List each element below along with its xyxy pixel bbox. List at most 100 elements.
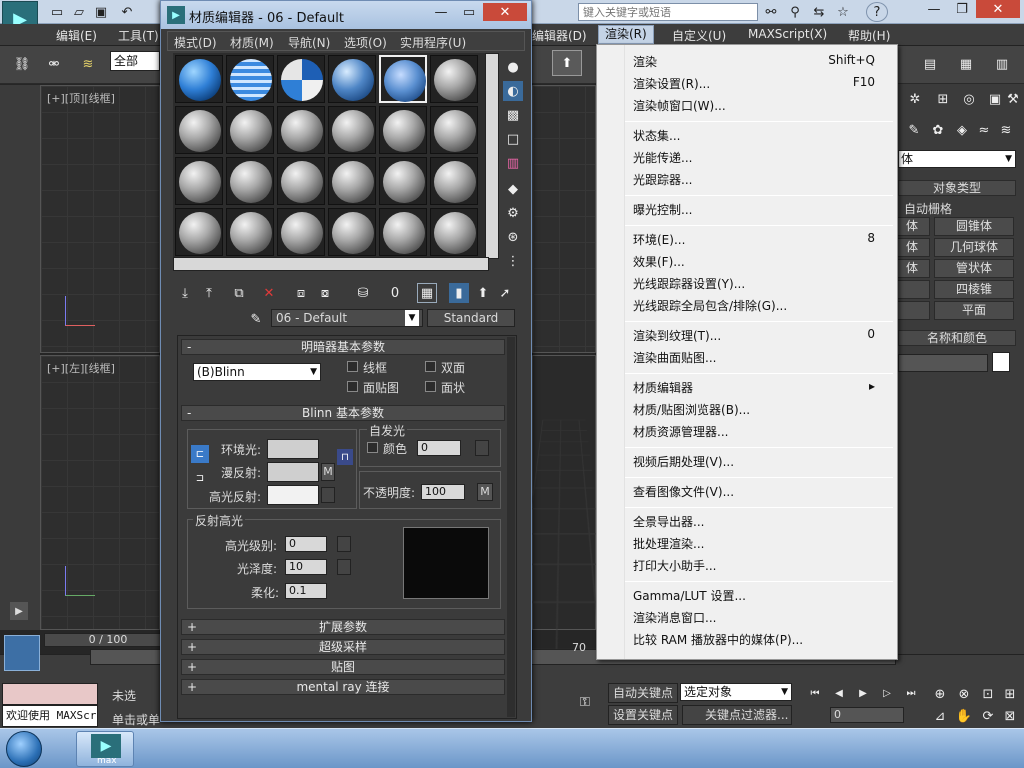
maximize-icon[interactable]: ▭: [455, 3, 483, 21]
menu-rendering[interactable]: 渲染(R): [598, 25, 654, 44]
start-button[interactable]: [6, 731, 42, 767]
object-button-5[interactable]: [894, 301, 930, 320]
binoculars-icon[interactable]: ⚯: [762, 3, 780, 21]
options-icon[interactable]: ⚙: [503, 203, 523, 223]
render-menu-item[interactable]: 渲染消息窗口...: [599, 607, 895, 627]
zoom-extents-icon[interactable]: ⊡: [978, 685, 998, 703]
sample-slot[interactable]: [430, 106, 478, 154]
sample-slot[interactable]: [175, 106, 223, 154]
make-unique-icon[interactable]: ⧇: [315, 283, 335, 303]
extended-params-rollout[interactable]: + 扩展参数: [181, 619, 505, 635]
undo-icon[interactable]: ↶: [118, 3, 136, 21]
sample-slot[interactable]: [277, 55, 325, 103]
specular-level-spinner[interactable]: 0: [285, 536, 327, 552]
fov-icon[interactable]: ⊿: [930, 707, 950, 725]
maximize-viewport-icon[interactable]: ⊞: [1000, 685, 1020, 703]
menu-options[interactable]: 选项(O): [344, 34, 387, 51]
diffuse-map-button[interactable]: M: [321, 463, 335, 481]
star-icon[interactable]: ☆: [834, 3, 852, 21]
viewport-front[interactable]: [532, 85, 596, 353]
menu-modes[interactable]: 模式(D): [174, 34, 217, 51]
restore-icon[interactable]: ❐: [948, 0, 976, 18]
render-menu-item[interactable]: 查看图像文件(V)...: [599, 481, 895, 501]
render-menu-item[interactable]: Gamma/LUT 设置...: [599, 585, 895, 605]
link-icon[interactable]: ⛓: [10, 52, 34, 76]
object-color-swatch[interactable]: [992, 352, 1010, 372]
slots-horizontal-scrollbar[interactable]: [173, 257, 489, 271]
sample-slot[interactable]: [328, 55, 376, 103]
sample-slot[interactable]: [226, 157, 274, 205]
render-menu-item[interactable]: 渲染帧窗口(W)...: [599, 95, 895, 115]
curve-editor-icon[interactable]: ▥: [990, 52, 1014, 76]
self-illum-color-checkbox[interactable]: [367, 442, 378, 453]
render-menu-item[interactable]: 曝光控制...: [599, 199, 895, 219]
maxscript-listener[interactable]: 欢迎使用 MAXScr: [2, 705, 98, 727]
menu-editors[interactable]: 编辑器(D): [532, 27, 587, 44]
hierarchy-tab-icon[interactable]: ⊞: [932, 88, 954, 110]
lock-ambient-diffuse-icon[interactable]: ⊏: [191, 445, 209, 463]
sample-slot[interactable]: [430, 55, 478, 103]
sample-type-icon[interactable]: ●: [503, 57, 523, 77]
shader-basic-params-rollout[interactable]: - 明暗器基本参数: [181, 339, 505, 355]
lights-icon[interactable]: ◈: [952, 120, 972, 140]
uv-tiling-icon[interactable]: □: [503, 129, 523, 149]
specular-map-button[interactable]: [321, 487, 335, 503]
render-menu-item[interactable]: 材质/贴图浏览器(B)...: [599, 399, 895, 419]
render-menu-item[interactable]: 状态集...: [599, 125, 895, 145]
shapes-icon[interactable]: ✿: [928, 120, 948, 140]
auto-grid-label[interactable]: 自动栅格: [904, 200, 952, 217]
time-slider[interactable]: 0 / 100: [44, 633, 172, 647]
sample-slot[interactable]: [175, 208, 223, 256]
object-button-2[interactable]: 体: [894, 238, 930, 257]
minimize-icon[interactable]: —: [920, 0, 948, 18]
lock-icon[interactable]: ⊓: [337, 449, 353, 465]
sample-slot[interactable]: [430, 157, 478, 205]
bind-spacewarp-icon[interactable]: ≋: [76, 52, 100, 76]
opacity-map-button[interactable]: M: [477, 483, 493, 501]
category-dropdown[interactable]: 体 ▼: [898, 150, 1016, 168]
object-name-field[interactable]: [898, 354, 988, 372]
specular-level-map-button[interactable]: [337, 536, 351, 552]
faceted-checkbox[interactable]: [425, 381, 436, 392]
exchange-icon[interactable]: ⇆: [810, 3, 828, 21]
get-material-icon[interactable]: ⤓: [175, 283, 195, 303]
viewport-left[interactable]: [+][左][线框]: [40, 355, 160, 630]
ambient-color-swatch[interactable]: [267, 439, 319, 459]
object-type-header[interactable]: 对象类型: [898, 180, 1016, 196]
render-menu-item[interactable]: 材质编辑器 ▸: [599, 377, 895, 397]
geometry-icon[interactable]: ✎: [904, 120, 924, 140]
material-editor-title-bar[interactable]: ▶ 材质编辑器 - 06 - Default — ▭ ✕: [161, 1, 531, 29]
blinn-basic-params-rollout[interactable]: - Blinn 基本参数: [181, 405, 505, 421]
menu-edit[interactable]: 编辑(E): [56, 27, 97, 44]
selected-object-dropdown[interactable]: 选定对象 ▼: [680, 683, 792, 701]
shader-type-dropdown[interactable]: (B)Blinn ▼: [193, 363, 321, 381]
helpers-icon[interactable]: ≋: [996, 120, 1016, 140]
eyedropper-icon[interactable]: ✎: [245, 309, 267, 329]
utilities-tab-icon[interactable]: ⚒: [1002, 88, 1024, 110]
expand-arrow-icon[interactable]: ▶: [10, 602, 28, 620]
open-folder-icon[interactable]: ▱: [70, 3, 88, 21]
prev-frame-icon[interactable]: ◀: [830, 685, 848, 701]
material-name-dropdown[interactable]: 06 - Default ▼: [271, 309, 423, 327]
orbit-icon[interactable]: ⟳: [978, 707, 998, 725]
backlight-icon[interactable]: ◐: [503, 81, 523, 101]
new-file-icon[interactable]: ▭: [48, 3, 66, 21]
render-menu-item[interactable]: 光线跟踪器设置(Y)...: [599, 273, 895, 293]
sample-slot[interactable]: [175, 55, 223, 103]
opacity-spinner[interactable]: 100: [421, 484, 465, 500]
viewport-layout-button[interactable]: [4, 635, 40, 671]
background-icon[interactable]: ▩: [503, 105, 523, 125]
select-by-material-icon[interactable]: ⊛: [503, 227, 523, 247]
go-forward-sibling-icon[interactable]: ➚: [495, 283, 515, 303]
minimize-icon[interactable]: —: [427, 3, 455, 21]
go-end-icon[interactable]: ⏭: [902, 685, 920, 701]
self-illum-map-button[interactable]: [475, 440, 489, 456]
object-button-3[interactable]: 体: [894, 259, 930, 278]
menu-navigation[interactable]: 导航(N): [288, 34, 330, 51]
render-menu-item[interactable]: 全景导出器...: [599, 511, 895, 531]
specular-color-swatch[interactable]: [267, 485, 319, 505]
close-icon[interactable]: ✕: [976, 0, 1020, 18]
viewport-perspective[interactable]: [508, 355, 620, 679]
render-menu-item[interactable]: 材质资源管理器...: [599, 421, 895, 441]
viewport-left-label[interactable]: [+][左][线框]: [47, 360, 115, 376]
